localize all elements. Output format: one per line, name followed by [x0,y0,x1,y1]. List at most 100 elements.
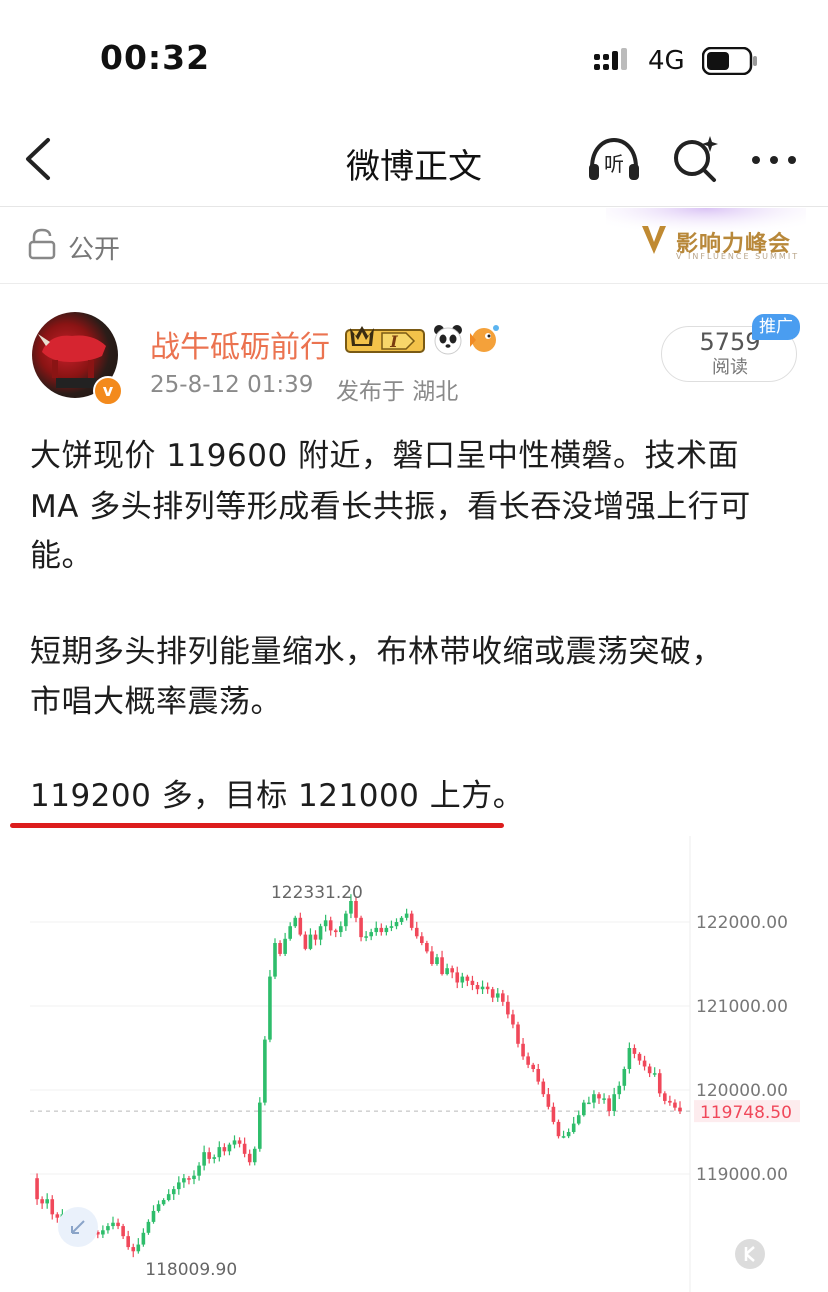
listen-headphones-icon[interactable]: 听 [586,134,642,184]
candle-body [678,1107,682,1112]
candlestick-chart-image[interactable]: 122000.00 121000.00 120000.00 119000.00 1197… [0,836,828,1292]
candle-body [622,1069,627,1086]
post-text-line: 市唱大概率震荡。 [30,684,282,720]
candle-body [247,1153,252,1163]
candle-body [536,1069,541,1082]
candle-body [207,1152,211,1159]
candle-body [50,1199,55,1215]
candle-body [364,936,368,938]
candle-body [592,1094,596,1103]
candle-body [521,1043,525,1057]
candle-body [627,1048,632,1069]
candle-body [546,1094,551,1107]
candle-body [597,1094,601,1099]
search-sparkle-icon[interactable] [670,134,722,184]
candle-body [420,936,424,943]
candle-body [531,1064,535,1069]
candle-body [576,1115,581,1124]
candle-body [126,1236,130,1248]
panda-icon [434,325,462,355]
svg-text:听: 听 [604,152,624,176]
row-divider [0,283,828,284]
candle-body [182,1178,186,1183]
candle-body [177,1182,181,1190]
candle-body [668,1100,672,1103]
post-time: 25-8-12 01:39 [150,372,314,398]
candle-body [55,1214,60,1218]
candle-body [101,1230,105,1235]
candle-body [171,1189,176,1195]
high-price-label: 122331.20 [271,883,363,903]
candle-body [490,989,495,998]
candle-body [379,927,384,933]
candle-body [440,957,444,975]
candle-body [455,972,460,983]
candle-body [642,1060,647,1067]
candle-body [511,1014,515,1025]
candle-body [151,1210,156,1222]
candle-body [501,993,505,1002]
vip-crown-badge[interactable]: I [344,324,426,356]
candle-body [227,1144,232,1152]
candle-body [217,1147,222,1158]
candle-body [394,922,399,927]
candle-body [136,1244,141,1252]
candle-body [202,1152,206,1166]
status-bar-time: 00:32 [100,38,211,77]
battery-icon [702,47,757,75]
y-tick-label: 119000.00 [696,1165,788,1185]
candle-body [339,926,343,933]
candle-body [263,1039,267,1103]
candle-body [506,1001,510,1015]
network-type: 4G [648,46,685,76]
candle-body [318,926,323,940]
candle-body [288,926,292,939]
candle-body [116,1222,120,1227]
candle-body [384,927,389,933]
candle-body [566,1132,571,1137]
candle-body [571,1123,576,1132]
chart-watermark-button[interactable] [735,1239,765,1269]
candle-body [404,913,409,918]
candle-body [430,951,434,964]
post-text-line: 119200 多，目标 121000 上方。 [30,778,525,814]
candle-body [283,938,287,954]
candle-body [106,1226,110,1231]
candle-body [541,1081,546,1095]
candle-body [268,976,272,1040]
author-name[interactable]: 战牛砥砺前行 [150,322,330,366]
candle-body [637,1053,642,1061]
red-underline-annotation [10,823,504,828]
candle-body [161,1200,166,1205]
candle-body [602,1098,606,1100]
cellular-signal-icon [594,48,627,70]
candle-body [612,1094,616,1111]
post-text-line: 大饼现价 119600 附近，磐口呈中性横磐。技术面 [30,438,740,474]
candle-body [369,932,373,937]
candle-body [673,1102,677,1108]
candle-body [273,943,277,977]
visibility-label: 公开 [68,235,121,265]
promote-tag[interactable]: 推广 [752,314,800,340]
y-tick-label: 121000.00 [696,997,788,1017]
candle-body [399,917,404,922]
last-price-label: 119748.50 [700,1103,792,1123]
candle-body [389,926,394,928]
candle-body [632,1048,637,1054]
y-tick-label: 122000.00 [696,913,788,933]
back-arrow-icon[interactable] [16,134,66,184]
candle-body [450,968,454,973]
summit-subtitle: V INFLUENCE SUMMIT [676,252,800,261]
more-options-icon[interactable] [748,148,800,172]
candle-body [45,1199,49,1204]
candle-body [308,934,313,949]
candle-body [617,1085,622,1095]
nav-divider [0,206,828,207]
candle-body [485,986,490,990]
candle-body [121,1226,125,1237]
candle-body [278,943,282,954]
candle-body [465,976,470,981]
candle-body [146,1221,151,1233]
candle-body [647,1066,652,1074]
candle-body [561,1136,566,1138]
